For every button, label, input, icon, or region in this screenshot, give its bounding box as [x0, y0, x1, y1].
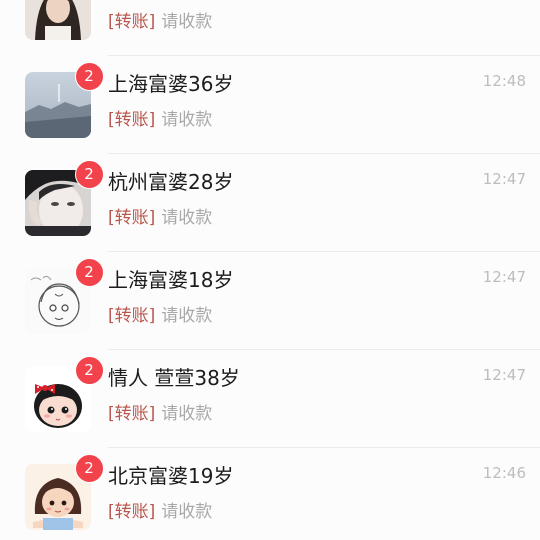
chat-list: [转账] 请收款 2 上海富婆36岁 12:48 [转账] 请收款 2 杭州富婆… — [0, 0, 540, 540]
unread-badge: 2 — [74, 453, 104, 483]
transfer-tag: [转账] — [108, 110, 156, 130]
chat-row[interactable]: 2 上海富婆18岁 12:47 [转账] 请收款 — [0, 252, 540, 350]
chat-time: 12:46 — [482, 464, 526, 482]
chat-time: 12:48 — [482, 72, 526, 90]
preview-text: 请收款 — [161, 502, 213, 522]
chat-preview: [转账] 请收款 — [108, 301, 212, 326]
chat-row[interactable]: 2 杭州富婆28岁 12:47 [转账] 请收款 — [0, 154, 540, 252]
chat-row[interactable]: 2 上海富婆36岁 12:48 [转账] 请收款 — [0, 56, 540, 154]
preview-text: 请收款 — [161, 110, 213, 130]
avatar[interactable]: 2 — [25, 257, 104, 334]
chat-preview: [转账] 请收款 — [108, 399, 212, 424]
unread-badge: 2 — [74, 355, 104, 385]
chat-time: 12:47 — [482, 366, 526, 384]
preview-text: 请收款 — [161, 12, 213, 32]
transfer-tag: [转账] — [108, 12, 156, 32]
unread-badge: 2 — [74, 257, 104, 287]
chat-preview: [转账] 请收款 — [108, 7, 212, 32]
unread-badge: 2 — [74, 159, 104, 189]
chat-time: 12:47 — [482, 268, 526, 286]
chat-title: 北京富婆19岁 — [108, 464, 234, 488]
avatar[interactable]: 2 — [25, 453, 104, 530]
chat-preview: [转账] 请收款 — [108, 105, 212, 130]
chat-time: 12:47 — [482, 170, 526, 188]
chat-title: 上海富婆36岁 — [108, 72, 234, 96]
transfer-tag: [转账] — [108, 502, 156, 522]
unread-badge: 2 — [74, 61, 104, 91]
transfer-tag: [转账] — [108, 404, 156, 424]
chat-preview: [转账] 请收款 — [108, 203, 212, 228]
avatar[interactable] — [25, 0, 91, 40]
chat-title: 情人 萱萱38岁 — [108, 366, 240, 390]
chat-row[interactable]: 2 情人 萱萱38岁 12:47 [转账] 请收款 — [0, 350, 540, 448]
woman-photo-icon — [25, 0, 91, 40]
chat-preview: [转账] 请收款 — [108, 497, 212, 522]
transfer-tag: [转账] — [108, 306, 156, 326]
preview-text: 请收款 — [161, 404, 213, 424]
chat-row[interactable]: [转账] 请收款 — [0, 0, 540, 56]
preview-text: 请收款 — [161, 208, 213, 228]
preview-text: 请收款 — [161, 306, 213, 326]
chat-title: 杭州富婆28岁 — [108, 170, 234, 194]
avatar[interactable]: 2 — [25, 159, 104, 236]
chat-title: 上海富婆18岁 — [108, 268, 234, 292]
chat-row[interactable]: 2 北京富婆19岁 12:46 [转账] 请收款 — [0, 448, 540, 540]
transfer-tag: [转账] — [108, 208, 156, 228]
avatar[interactable]: 2 — [25, 61, 104, 138]
avatar[interactable]: 2 — [25, 355, 104, 432]
